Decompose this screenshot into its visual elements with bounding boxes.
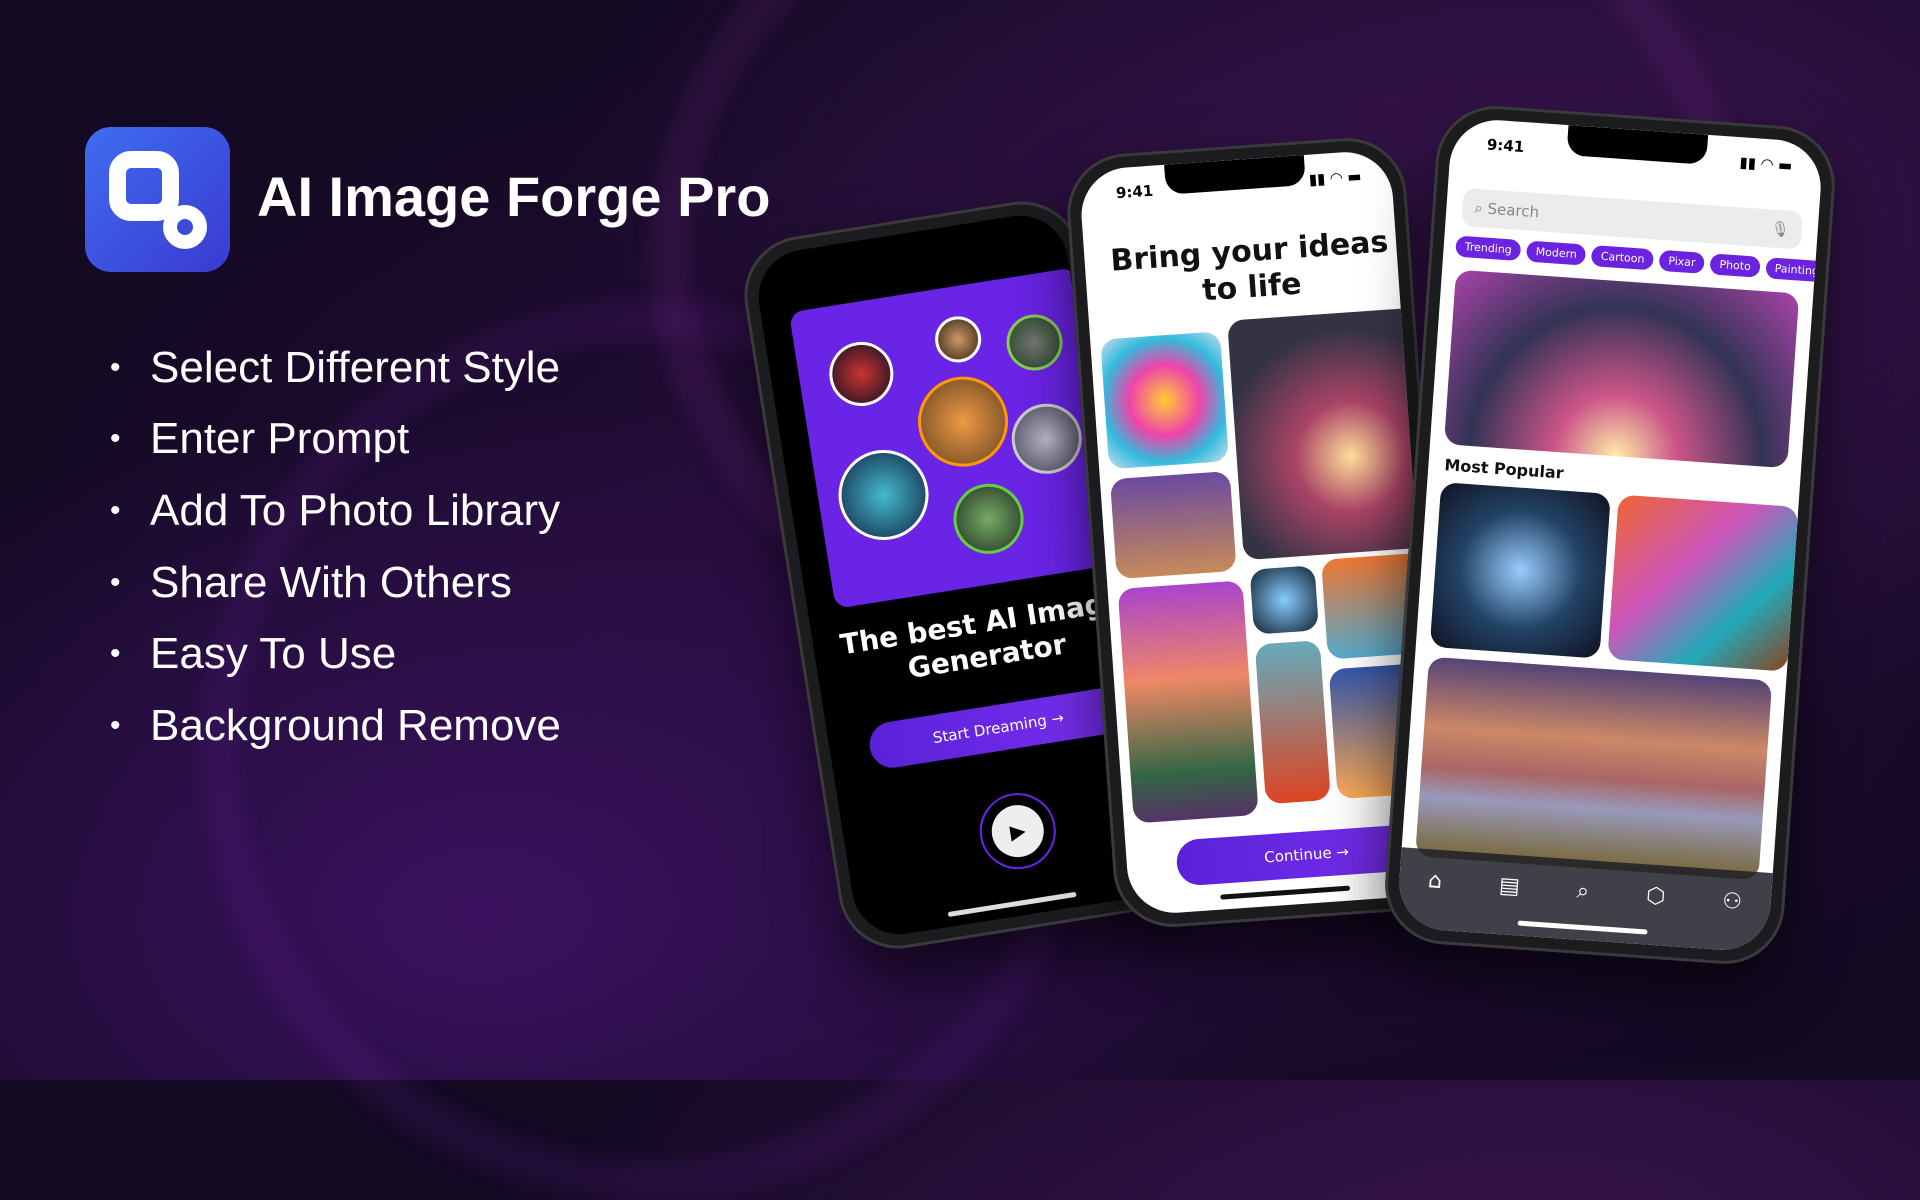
chip-pixar[interactable]: Pixar [1658, 249, 1706, 274]
gallery-image [1109, 470, 1237, 580]
feature-text: Enter Prompt [150, 414, 410, 464]
search-icon[interactable]: ⌕ [1576, 878, 1590, 904]
chip-painting[interactable]: Painting [1765, 257, 1824, 283]
gallery-image [1227, 307, 1434, 561]
status-time: 9:41 [1115, 181, 1154, 203]
app-logo [85, 127, 230, 272]
start-dreaming-button[interactable]: Start Dreaming → [866, 684, 1131, 771]
status-icons: ▮▮ ◠ ▬ [1308, 167, 1363, 189]
welcome-headline: Bring your ideas to life [1109, 224, 1390, 309]
feature-item: • Select Different Style [110, 342, 561, 392]
avatar-collage [788, 267, 1123, 609]
gallery-image [1254, 640, 1331, 805]
feature-item: • Share With Others [110, 557, 512, 607]
gallery-image [1249, 565, 1319, 635]
gallery-image[interactable] [1429, 482, 1611, 659]
feature-text: Add To Photo Library [150, 485, 561, 535]
search-icon: ⌕ [1473, 198, 1489, 218]
phone-home: 9:41 ▮▮ ◠ ▬ ⌕ Search 🎙 Trending Modern Car… [1381, 102, 1839, 968]
status-icons: ▮▮ ◠ ▬ [1739, 153, 1793, 175]
feature-item: • Enter Prompt [110, 414, 410, 464]
feature-list: • Select Different Style • Enter Prompt • A… [110, 332, 561, 762]
feature-text: Share With Others [150, 557, 512, 607]
next-button[interactable]: ▶ [974, 787, 1062, 875]
microphone-icon[interactable]: 🎙 [1770, 219, 1790, 238]
feature-item: • Add To Photo Library [110, 485, 561, 535]
feature-text: Background Remove [150, 700, 561, 750]
play-icon: ▶ [988, 801, 1048, 861]
home-icon[interactable]: ⌂ [1427, 868, 1443, 894]
status-time: 9:41 [1486, 135, 1525, 157]
feature-item: • Easy To Use [110, 629, 397, 679]
search-placeholder: Search [1487, 199, 1540, 222]
gallery-image [1100, 331, 1229, 470]
app-title: AI Image Forge Pro [257, 165, 771, 228]
feature-text: Select Different Style [150, 342, 561, 392]
chip-trending[interactable]: Trending [1455, 235, 1522, 262]
feature-text: Easy To Use [150, 629, 397, 679]
gallery-image[interactable] [1415, 656, 1773, 881]
chip-modern[interactable]: Modern [1526, 240, 1587, 266]
gallery-image[interactable] [1607, 494, 1799, 672]
featured-image[interactable] [1443, 269, 1800, 469]
chip-photo[interactable]: Photo [1709, 253, 1761, 278]
feature-item: • Background Remove [110, 700, 561, 750]
section-title: Most Popular [1443, 455, 1565, 483]
binoculars-icon[interactable]: ⚇ [1722, 888, 1743, 914]
document-icon[interactable]: ▤ [1498, 873, 1520, 899]
box-icon[interactable]: ⬡ [1645, 883, 1666, 909]
chip-cartoon[interactable]: Cartoon [1591, 245, 1655, 271]
gallery-image [1117, 580, 1259, 824]
